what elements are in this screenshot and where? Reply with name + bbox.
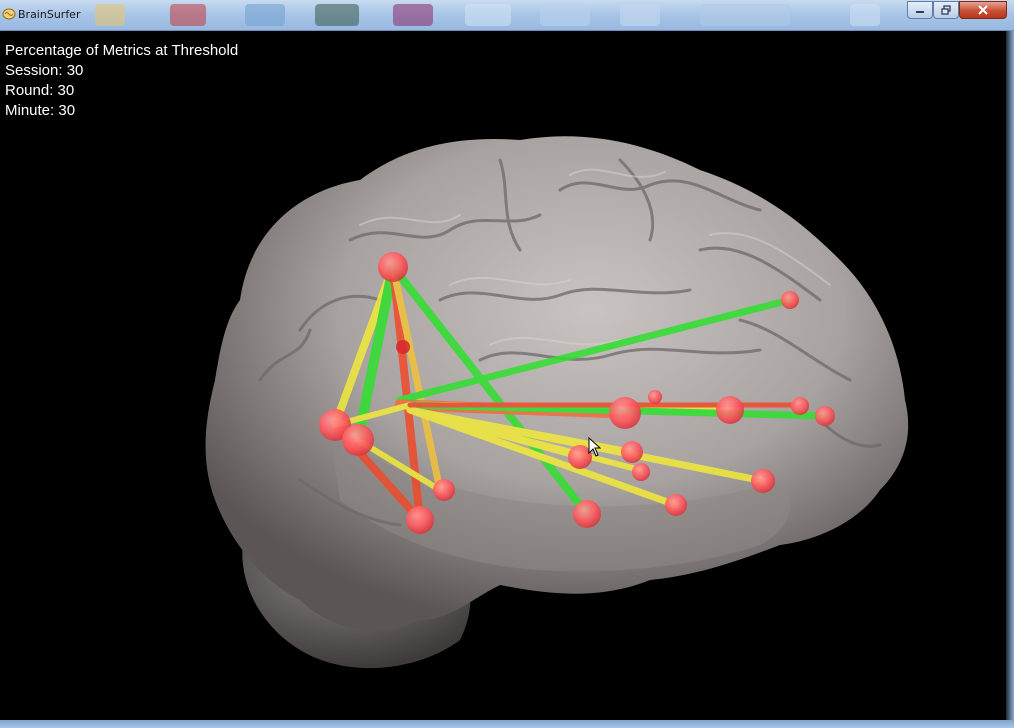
- node[interactable]: [406, 506, 434, 534]
- brain-3d-model[interactable]: [0, 0, 1006, 720]
- node[interactable]: [665, 494, 687, 516]
- node[interactable]: [342, 424, 374, 456]
- node[interactable]: [433, 479, 455, 501]
- node[interactable]: [716, 396, 744, 424]
- node[interactable]: [791, 397, 809, 415]
- node[interactable]: [573, 500, 601, 528]
- mouse-cursor-icon: [588, 437, 602, 457]
- node[interactable]: [815, 406, 835, 426]
- node[interactable]: [378, 252, 408, 282]
- node[interactable]: [781, 291, 799, 309]
- node[interactable]: [751, 469, 775, 493]
- node[interactable]: [632, 463, 650, 481]
- node[interactable]: [621, 441, 643, 463]
- node[interactable]: [609, 397, 641, 429]
- node[interactable]: [648, 390, 662, 404]
- window-bottom-border: [0, 720, 1014, 728]
- window-right-border: [1006, 31, 1014, 728]
- node[interactable]: [396, 340, 410, 354]
